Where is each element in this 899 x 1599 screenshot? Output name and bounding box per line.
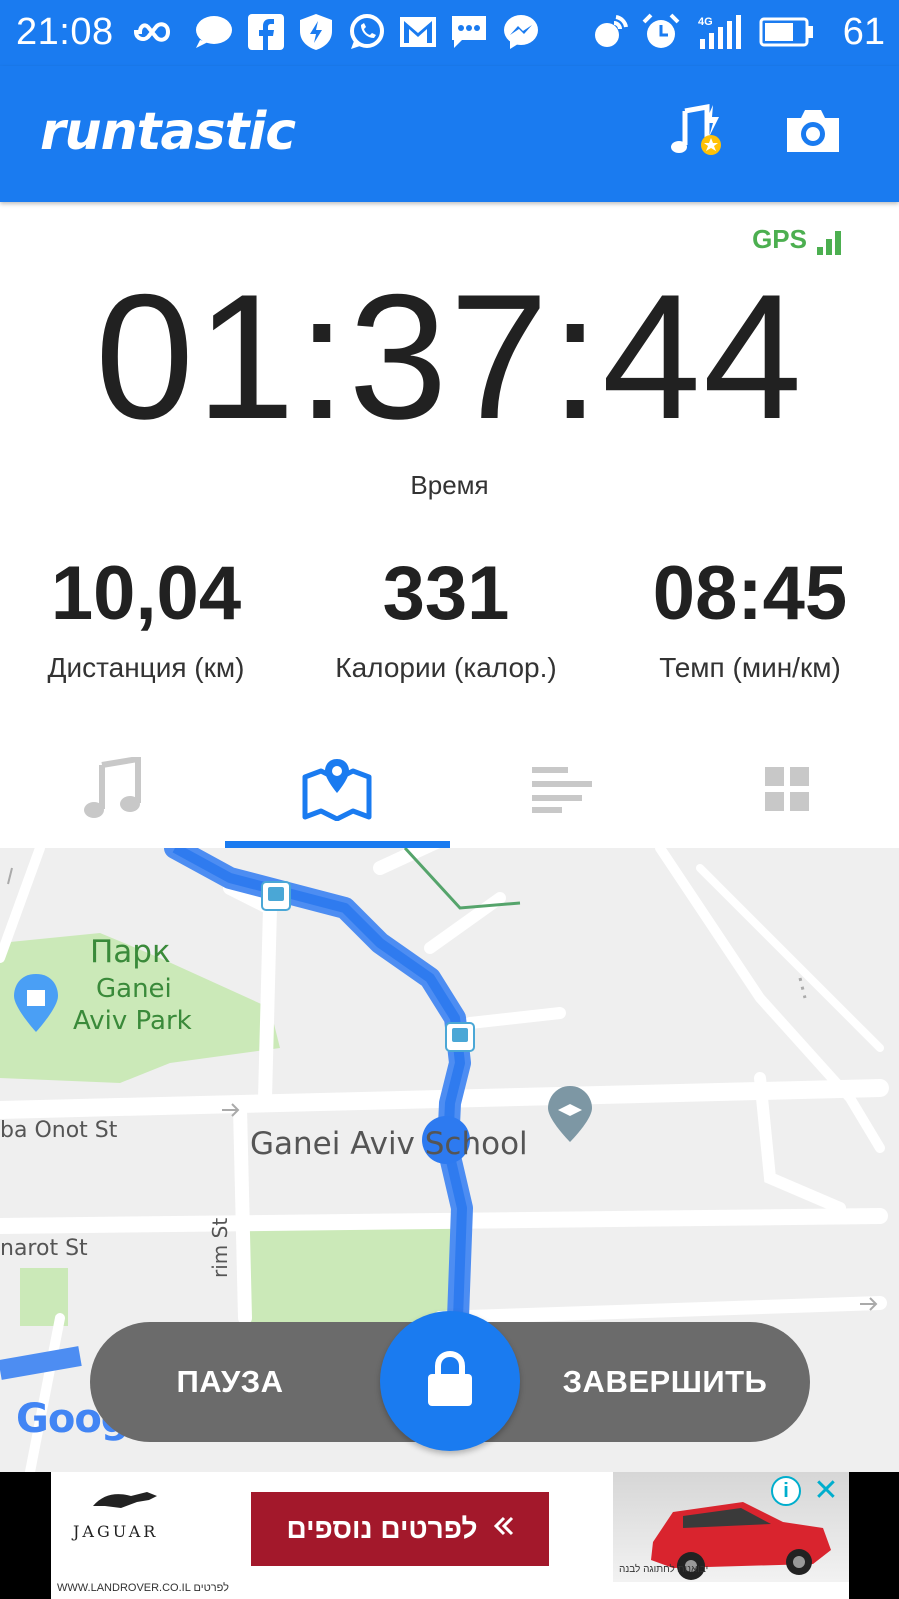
pace-stat: 08:45 Темп (мин/км) (600, 550, 899, 684)
signal-icon: 4G (694, 12, 744, 52)
tab-bar (0, 735, 899, 848)
ad-brand: JAGUAR (73, 1522, 159, 1541)
pace-value: 08:45 (652, 551, 848, 636)
status-time: 21:08 (16, 11, 114, 53)
ad-cta-button[interactable]: לפרטים נוספים (251, 1492, 549, 1566)
grid-icon (763, 765, 811, 818)
list-bars-icon (530, 763, 594, 820)
runtastic-logo: runtastic (40, 102, 296, 162)
powersong-button[interactable] (662, 100, 732, 166)
street-label-3: narot St (0, 1236, 88, 1261)
camera-button[interactable] (778, 100, 848, 166)
tab-list[interactable] (450, 735, 674, 848)
park-label-2: Aviv Park (73, 1006, 192, 1036)
distance-label: Дистанция (км) (47, 652, 245, 683)
calories-stat: 331 Калории (калор.) (296, 550, 596, 684)
park-label-1: Ganei (96, 974, 172, 1004)
lock-icon (426, 1350, 474, 1413)
messenger-icon (500, 12, 542, 52)
network-type-label: 4G (698, 16, 713, 28)
pace-label: Темп (мин/км) (659, 652, 841, 683)
map-pin-icon (301, 757, 373, 826)
infinity-icon (130, 12, 182, 52)
ad-fine-print: יבואנות לחתוגה לבנה (619, 1564, 709, 1575)
sms-icon (448, 12, 490, 52)
battery-icon (758, 12, 816, 52)
street-label-4: rim St (208, 1217, 232, 1278)
calories-value: 331 (382, 551, 510, 636)
lock-button[interactable] (380, 1311, 520, 1451)
data-sync-icon (590, 12, 632, 52)
ad-url: WWW.LANDROVER.CO.IL לפרטים (57, 1582, 229, 1594)
tab-map[interactable] (225, 735, 449, 848)
pause-button[interactable]: ПАУЗА (120, 1322, 340, 1442)
distance-stat: 10,04 Дистанция (км) (0, 550, 296, 684)
ad-close-icon[interactable]: ✕ (811, 1476, 841, 1506)
app-bar: runtastic (0, 66, 899, 202)
facebook-icon (246, 12, 286, 52)
status-bar: 21:08 4G 61 (0, 0, 899, 66)
ad-banner[interactable]: JAGUAR לפרטים נוספים WWW.LANDROVER.CO.IL… (0, 1472, 899, 1599)
gps-indicator: GPS (752, 224, 841, 255)
school-label: Ganei Aviv School (250, 1126, 528, 1162)
whatsapp-icon (346, 12, 388, 52)
battery-percent: 61 (842, 11, 885, 53)
ad-content[interactable]: JAGUAR לפרטים נוספים WWW.LANDROVER.CO.IL… (51, 1472, 849, 1599)
active-tab-indicator (225, 841, 450, 848)
chat-bubble-icon (192, 12, 236, 52)
distance-value: 10,04 (50, 551, 242, 636)
shield-icon (296, 12, 336, 52)
alarm-icon (640, 12, 682, 52)
camera-icon (783, 106, 843, 161)
ad-info-icon[interactable]: i (771, 1476, 801, 1506)
jaguar-leaper-icon (91, 1486, 161, 1519)
ad-cta-label: לפרטים נוספים (286, 1513, 478, 1544)
music-powersong-icon (667, 101, 727, 166)
finish-button[interactable]: ЗАВЕРШИТЬ (520, 1322, 810, 1442)
duration-label: Время (410, 470, 489, 500)
music-note-icon (80, 755, 144, 826)
tab-dashboard[interactable] (675, 735, 899, 848)
street-label-1: ba Onot St (0, 1118, 118, 1143)
calories-label: Калории (калор.) (335, 652, 557, 683)
gmail-icon (398, 12, 438, 52)
park-label-ru: Парк (90, 934, 171, 970)
gps-signal-icon (817, 231, 841, 255)
duration-timer: 01:37:44 (95, 257, 804, 456)
tab-music[interactable] (0, 735, 224, 848)
double-chevron-icon (490, 1513, 514, 1545)
gps-label: GPS (752, 224, 807, 254)
